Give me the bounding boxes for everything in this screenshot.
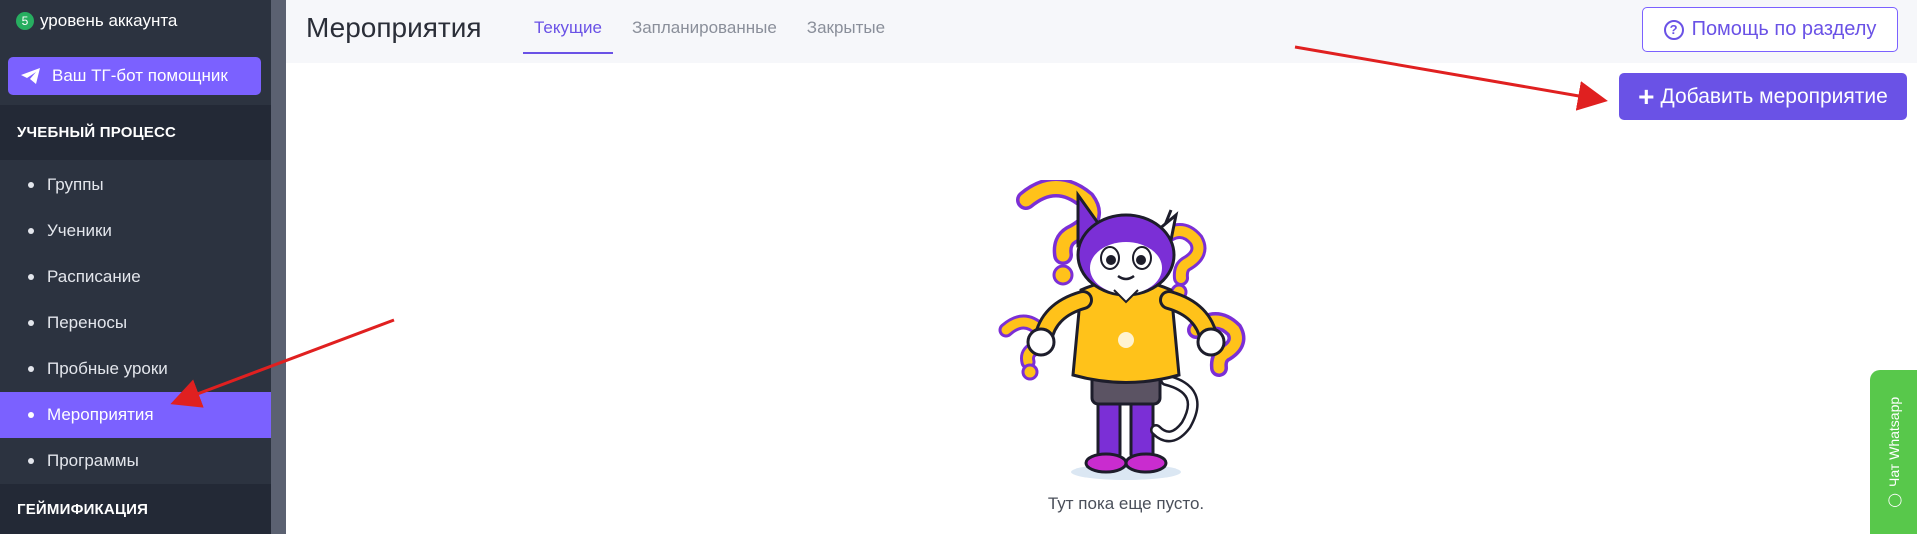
sidebar-item-programs[interactable]: Программы [0,438,271,484]
page-title: Мероприятия [306,12,482,43]
add-event-button[interactable]: + Добавить мероприятие [1619,73,1907,120]
sidebar-nav: Группы Ученики Расписание Переносы Пробн… [0,162,271,484]
sidebar-item-label: Расписание [47,267,141,286]
section-learning-process: УЧЕБНЫЙ ПРОЦЕСС [0,105,271,160]
tg-bot-label: Ваш ТГ-бот помощник [52,66,228,85]
add-event-label: Добавить мероприятие [1660,84,1888,108]
help-button[interactable]: ? Помощь по разделу [1642,7,1898,52]
section-gamification: ГЕЙМИФИКАЦИЯ [0,484,271,534]
sidebar-item-label: Пробные уроки [47,359,168,378]
sidebar-item-label: Группы [47,175,104,194]
question-icon: ? [1663,19,1684,40]
help-button-label: Помощь по разделу [1691,18,1877,40]
sidebar-item-groups[interactable]: Группы [0,162,271,208]
tabs: Текущие Запланированные Закрытые [523,0,904,54]
page-header: Мероприятия Текущие Запланированные Закр… [286,0,1917,63]
bullet-icon [28,228,34,234]
sidebar-item-trial-lessons[interactable]: Пробные уроки [0,346,271,392]
tab-planned[interactable]: Запланированные [621,0,788,54]
tg-bot-button[interactable]: Ваш ТГ-бот помощник [8,57,261,95]
sidebar-scrollbar[interactable] [271,0,286,534]
sidebar-item-students[interactable]: Ученики [0,208,271,254]
bullet-icon [28,274,34,280]
plus-icon: + [1638,80,1655,112]
main-content: Мероприятия Текущие Запланированные Закр… [286,0,1917,534]
bullet-icon [28,412,34,418]
sidebar-item-label: Ученики [47,221,112,240]
bullet-icon [28,320,34,326]
empty-state-cat-illustration [998,180,1246,480]
sidebar-item-label: Мероприятия [47,405,154,424]
level-badge: 5 [16,12,34,30]
sidebar: 5 уровень аккаунта Ваш ТГ-бот помощник У… [0,0,271,534]
sidebar-item-label: Переносы [47,313,128,332]
level-label: уровень аккаунта [40,11,178,30]
tab-current[interactable]: Текущие [523,0,613,54]
whatsapp-chat-label[interactable]: ◯ Чат Whatsapp [1883,382,1905,522]
app-root: 5 уровень аккаунта Ваш ТГ-бот помощник У… [0,0,1917,534]
account-level[interactable]: 5 уровень аккаунта [16,10,177,32]
sidebar-item-schedule[interactable]: Расписание [0,254,271,300]
whatsapp-icon: ◯ [1886,492,1902,508]
bullet-icon [28,458,34,464]
sidebar-item-events[interactable]: Мероприятия [0,392,271,438]
bullet-icon [28,182,34,188]
sidebar-item-transfers[interactable]: Переносы [0,300,271,346]
whatsapp-label-text: Чат Whatsapp [1886,396,1902,487]
empty-state-text: Тут пока еще пусто. [1047,494,1205,513]
bullet-icon [28,366,34,372]
sidebar-item-label: Программы [47,451,139,470]
telegram-icon [21,68,40,84]
tab-closed[interactable]: Закрытые [796,0,896,54]
